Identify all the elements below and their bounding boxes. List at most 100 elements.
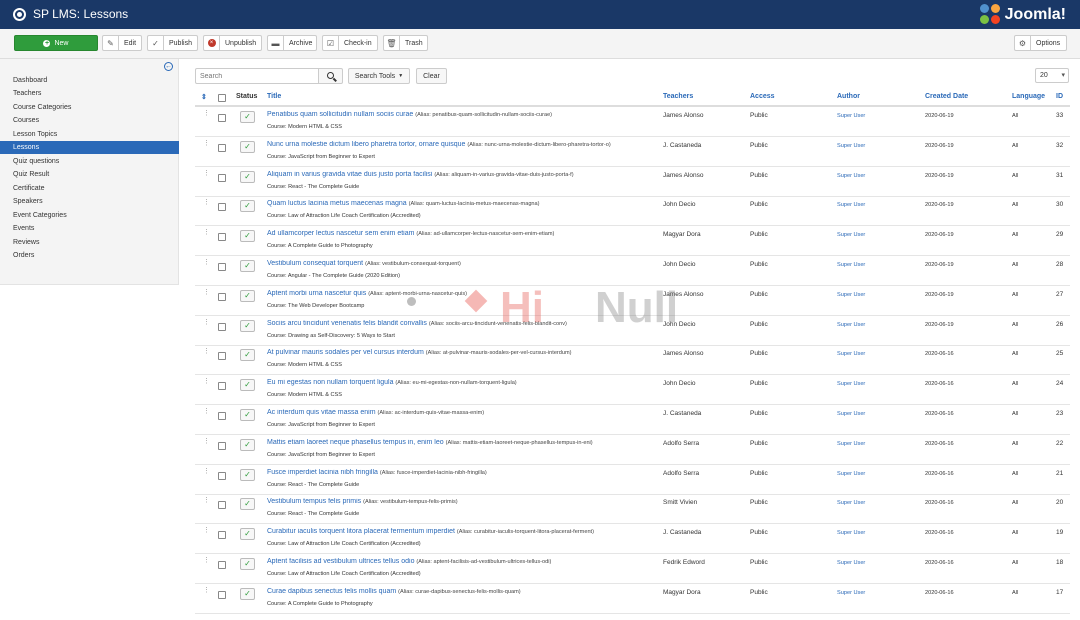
drag-handle-icon[interactable]: ⋮	[203, 199, 210, 209]
author-cell[interactable]: Super User	[837, 202, 865, 208]
edit-button[interactable]: ✎ Edit	[102, 35, 142, 51]
sidebar-item-reviews[interactable]: Reviews	[0, 236, 179, 249]
lesson-title-link[interactable]: Ac interdum quis vitae massa enim	[267, 409, 376, 416]
sidebar-item-dashboard[interactable]: Dashboard	[0, 74, 179, 87]
published-status-icon[interactable]: ✓	[240, 468, 255, 481]
lesson-title-link[interactable]: Ad ullamcorper lectus nascetur sem enim …	[267, 230, 414, 237]
drag-handle-icon[interactable]: ⋮	[203, 259, 210, 269]
published-status-icon[interactable]: ✓	[240, 200, 255, 213]
author-cell[interactable]: Super User	[837, 590, 865, 596]
drag-handle-icon[interactable]: ⋮	[203, 378, 210, 388]
drag-handle-icon[interactable]: ⋮	[203, 229, 210, 239]
sidebar-item-teachers[interactable]: Teachers	[0, 87, 179, 100]
author-cell[interactable]: Super User	[837, 262, 865, 268]
unpublish-button[interactable]: × Unpublish	[203, 35, 262, 51]
published-status-icon[interactable]: ✓	[240, 587, 255, 600]
sidebar-item-event-categories[interactable]: Event Categories	[0, 209, 179, 222]
drag-handle-icon[interactable]: ⋮	[203, 527, 210, 537]
published-status-icon[interactable]: ✓	[240, 438, 255, 451]
lesson-title-link[interactable]: Eu mi egestas non nullam torquent ligula	[267, 379, 393, 386]
row-checkbox[interactable]	[218, 233, 226, 242]
author-cell[interactable]: Super User	[837, 381, 865, 387]
publish-button[interactable]: ✓ Publish	[147, 35, 198, 51]
lesson-title-link[interactable]: Aptent morbi urna nascetur quis	[267, 290, 366, 297]
drag-handle-icon[interactable]: ⋮	[203, 587, 210, 597]
published-status-icon[interactable]: ✓	[240, 379, 255, 392]
lesson-title-link[interactable]: Mattis etiam laoreet neque phasellus tem…	[267, 439, 444, 446]
row-checkbox[interactable]	[218, 531, 226, 540]
published-status-icon[interactable]: ✓	[240, 409, 255, 421]
sidebar-item-orders[interactable]: Orders	[0, 249, 179, 262]
sidebar-item-quiz-result[interactable]: Quiz Result	[0, 168, 179, 181]
author-cell[interactable]: Super User	[837, 530, 865, 536]
drag-handle-icon[interactable]: ⋮	[203, 438, 210, 448]
teachers-column-header[interactable]: Teachers	[663, 93, 693, 100]
drag-handle-icon[interactable]: ⋮	[203, 170, 210, 180]
author-cell[interactable]: Super User	[837, 113, 865, 119]
drag-handle-icon[interactable]: ⋮	[203, 348, 210, 358]
published-status-icon[interactable]: ✓	[240, 528, 255, 541]
sidebar-item-speakers[interactable]: Speakers	[0, 195, 179, 208]
drag-handle-icon[interactable]: ⋮	[203, 557, 210, 567]
lesson-title-link[interactable]: Fusce imperdiet lacinia nibh fringilla	[267, 469, 378, 476]
published-status-icon[interactable]: ✓	[240, 349, 255, 362]
row-checkbox[interactable]	[218, 412, 226, 420]
sidebar-item-certificate[interactable]: Certificate	[0, 182, 179, 195]
app-menu-icon[interactable]	[13, 8, 26, 21]
access-column-header[interactable]: Access	[750, 93, 775, 100]
sidebar-toggle-icon[interactable]: ←	[164, 62, 173, 71]
drag-handle-icon[interactable]: ⋮	[203, 289, 210, 299]
drag-handle-icon[interactable]: ⋮	[203, 497, 210, 507]
id-column-header[interactable]: ID	[1056, 93, 1063, 100]
row-checkbox[interactable]	[218, 561, 226, 569]
lesson-title-link[interactable]: Aliquam in varius gravida vitae duis jus…	[267, 171, 432, 178]
archive-button[interactable]: ▬ Archive	[267, 35, 317, 51]
author-cell[interactable]: Super User	[837, 471, 865, 477]
published-status-icon[interactable]: ✓	[240, 498, 255, 511]
row-checkbox[interactable]	[218, 263, 226, 271]
sidebar-item-courses[interactable]: Courses	[0, 114, 179, 127]
published-status-icon[interactable]: ✓	[240, 140, 255, 153]
language-column-header[interactable]: Language	[1012, 93, 1045, 100]
created-date-column-header[interactable]: Created Date	[925, 93, 968, 100]
published-status-icon[interactable]: ✓	[240, 260, 255, 272]
clear-button[interactable]: Clear	[416, 68, 447, 84]
check-all-checkbox[interactable]	[218, 94, 226, 102]
search-button[interactable]	[318, 68, 343, 84]
author-cell[interactable]: Super User	[837, 173, 865, 179]
published-status-icon[interactable]: ✓	[240, 319, 255, 332]
sidebar-item-lesson-topics[interactable]: Lesson Topics	[0, 128, 179, 141]
author-column-header[interactable]: Author	[837, 93, 860, 100]
lesson-title-link[interactable]: Vestibulum tempus felis primis	[267, 498, 361, 505]
search-input[interactable]	[195, 68, 319, 84]
published-status-icon[interactable]: ✓	[240, 289, 255, 302]
lesson-title-link[interactable]: Nunc urna molestie dictum libero pharetr…	[267, 141, 465, 148]
published-status-icon[interactable]: ✓	[240, 558, 255, 570]
lesson-title-link[interactable]: Vestibulum consequat torquent	[267, 260, 363, 267]
drag-handle-icon[interactable]: ⋮	[203, 408, 210, 418]
row-checkbox[interactable]	[218, 471, 226, 480]
trash-button[interactable]: 🗑 Trash	[383, 35, 428, 51]
list-limit-select[interactable]: 20 ▾	[1035, 68, 1069, 83]
lesson-title-link[interactable]: Quam luctus lacinia metus maecenas magna	[267, 200, 407, 207]
author-cell[interactable]: Super User	[837, 411, 865, 417]
published-status-icon[interactable]: ✓	[240, 230, 255, 243]
sidebar-item-course-categories[interactable]: Course Categories	[0, 101, 179, 114]
options-button[interactable]: ⚙ Options	[1014, 35, 1067, 51]
author-cell[interactable]: Super User	[837, 292, 865, 298]
drag-handle-icon[interactable]: ⋮	[203, 140, 210, 150]
row-checkbox[interactable]	[218, 322, 226, 331]
lesson-title-link[interactable]: Aptent facilisis ad vestibulum ultrices …	[267, 558, 414, 565]
row-checkbox[interactable]	[218, 143, 226, 152]
drag-handle-icon[interactable]: ⋮	[203, 110, 210, 120]
lesson-title-link[interactable]: Curabitur iaculis torquent litora placer…	[267, 528, 455, 535]
lesson-title-link[interactable]: Curae dapibus senectus felis mollis quam	[267, 588, 396, 595]
row-checkbox[interactable]	[218, 203, 226, 212]
published-status-icon[interactable]: ✓	[240, 111, 255, 123]
author-cell[interactable]: Super User	[837, 232, 865, 238]
row-checkbox[interactable]	[218, 114, 226, 122]
row-checkbox[interactable]	[218, 382, 226, 391]
author-cell[interactable]: Super User	[837, 500, 865, 506]
row-checkbox[interactable]	[218, 590, 226, 599]
author-cell[interactable]: Super User	[837, 560, 865, 566]
